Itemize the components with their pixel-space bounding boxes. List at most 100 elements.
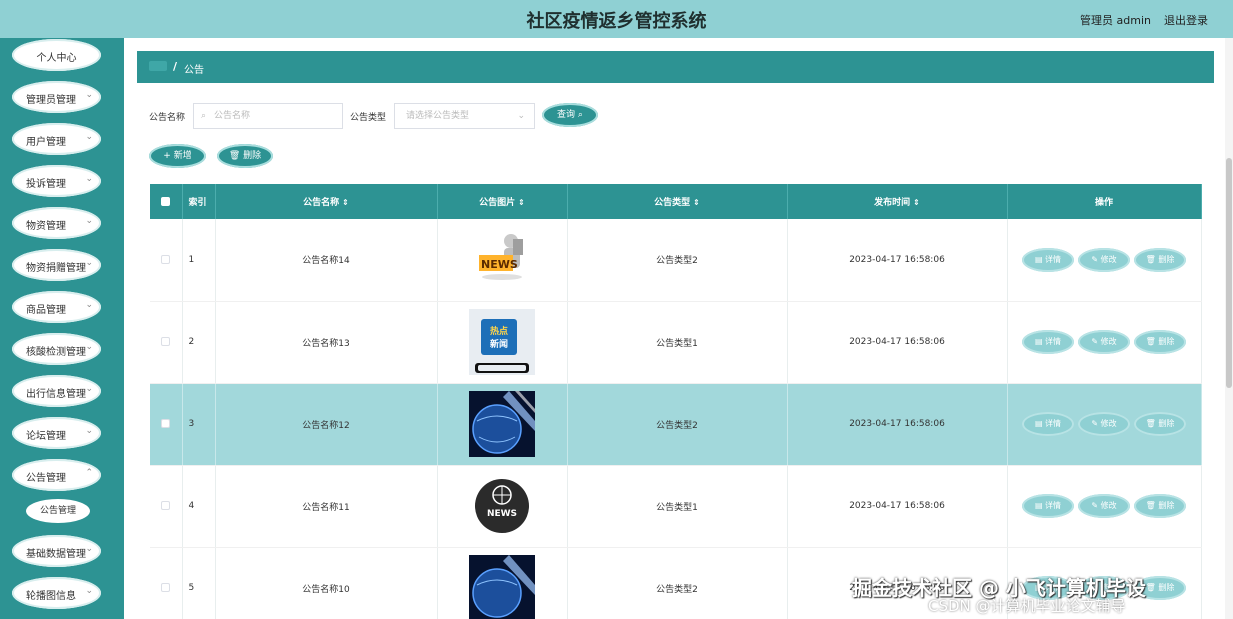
breadcrumb: / 公告 [137, 51, 1214, 83]
detail-button[interactable]: ▤ 详情 [1022, 247, 1074, 272]
header-image[interactable]: 公告图片 ⇕ [437, 184, 568, 219]
row-checkbox[interactable] [161, 254, 171, 264]
sort-icon[interactable]: ⇕ [913, 198, 920, 207]
edit-button[interactable]: ✎ 修改 [1078, 247, 1130, 272]
sidebar-item-label: 用户管理 [26, 137, 66, 148]
edit-icon: ✎ [1091, 337, 1099, 346]
sidebar-item-label: 物资管理 [26, 221, 66, 232]
row-checkbox[interactable] [161, 501, 171, 510]
delete-row-button[interactable]: 🗑 删除 [1134, 247, 1186, 272]
sidebar-item-donation-management[interactable]: 物资捐赠管理 ⌄ [12, 249, 101, 281]
sidebar-item-label: 商品管理 [26, 305, 66, 316]
table-row[interactable]: 2 公告名称13 热点 新闻 公告类型1 2023-04-17 16:58:06 [150, 301, 1202, 384]
breadcrumb-separator: / [173, 60, 178, 73]
sidebar-item-label: 核酸检测管理 [26, 347, 86, 358]
chevron-down-icon: ⌄ [85, 342, 93, 352]
select-all-checkbox-cell[interactable] [150, 184, 183, 219]
sidebar-item-nucleic-test-management[interactable]: 核酸检测管理 ⌄ [12, 333, 101, 365]
sort-icon[interactable]: ⇕ [342, 198, 349, 207]
globe-image [469, 391, 535, 457]
detail-button[interactable]: ▤ 详情 [1022, 494, 1074, 518]
notice-table: 索引 公告名称 ⇕ 公告图片 ⇕ 公告类型 ⇕ 发布时间 ⇕ 操作 1 公告名称14 [150, 184, 1202, 619]
sidebar-item-label: 投诉管理 [26, 179, 66, 190]
sidebar-item-label: 公告管理 [26, 473, 66, 484]
sort-icon[interactable]: ⇕ [518, 198, 525, 207]
detail-icon: ▤ [1034, 501, 1043, 510]
row-type: 公告类型2 [567, 219, 788, 302]
breadcrumb-current: 公告 [184, 65, 204, 76]
sidebar-item-admin-management[interactable]: 管理员管理 ⌄ [12, 81, 101, 113]
notice-type-label: 公告类型 [350, 113, 387, 123]
header-type[interactable]: 公告类型 ⇕ [567, 184, 788, 219]
query-button[interactable]: 查询 ⌕ [542, 103, 598, 127]
watermark-text-secondary: CSDN @计算机毕业论文辅导 [928, 597, 1126, 615]
row-image-cell: NEWS [437, 465, 568, 548]
page-scrollbar[interactable] [1225, 38, 1233, 619]
row-checkbox[interactable] [161, 419, 171, 428]
notice-type-select[interactable]: 请选择公告类型 ⌄ [394, 103, 535, 129]
header-index: 索引 [182, 184, 216, 219]
row-actions: ▤ 详情 ✎ 修改 🗑 删除 [1007, 219, 1202, 302]
detail-button[interactable]: ▤ 详情 [1022, 412, 1074, 436]
hot-news-image: 热点 新闻 [469, 309, 535, 375]
chevron-down-icon: ⌄ [85, 544, 93, 554]
trash-icon: 🗑 [1145, 583, 1156, 592]
row-image-cell [437, 383, 568, 466]
sidebar-item-complaint-management[interactable]: 投诉管理 ⌄ [12, 165, 101, 197]
select-all-checkbox[interactable] [161, 196, 171, 206]
notice-name-input[interactable]: ⌕ 公告名称 [193, 103, 343, 129]
trash-icon: 🗑 [1145, 254, 1156, 264]
sidebar-subitem-notice-management[interactable]: 公告管理 [26, 499, 90, 523]
sidebar-item-basic-data-management[interactable]: 基础数据管理 ⌄ [12, 535, 101, 567]
delete-button[interactable]: 🗑 删除 [217, 144, 273, 168]
row-name: 公告名称10 [215, 547, 438, 619]
plus-icon: + [163, 151, 171, 161]
edit-button[interactable]: ✎ 修改 [1078, 330, 1130, 354]
row-actions: ▤ 详情 ✎ 修改 🗑 删除 [1007, 383, 1202, 466]
notice-name-label: 公告名称 [149, 113, 186, 123]
sidebar-item-label: 个人中心 [36, 53, 77, 64]
sidebar-item-user-management[interactable]: 用户管理 ⌄ [12, 123, 101, 155]
detail-icon: ▤ [1034, 419, 1043, 428]
sidebar-item-carousel-info[interactable]: 轮播图信息 ⌄ [12, 577, 101, 609]
table-row[interactable]: 1 公告名称14 NEWS 公告类型2 2023-04-17 16:58:06 [150, 219, 1202, 302]
chevron-down-icon: ⌄ [85, 426, 93, 436]
sidebar-item-travel-info-management[interactable]: 出行信息管理 ⌄ [12, 375, 101, 407]
edit-button[interactable]: ✎ 修改 [1078, 412, 1130, 436]
add-button[interactable]: + 新增 [149, 144, 206, 168]
chevron-down-icon: ⌄ [85, 132, 93, 142]
row-checkbox[interactable] [161, 583, 171, 592]
detail-button-label: 详情 [1045, 254, 1062, 264]
sidebar-item-notice-management[interactable]: 公告管理 ⌃ [12, 459, 101, 491]
header-name[interactable]: 公告名称 ⇕ [215, 184, 438, 219]
breadcrumb-home-link[interactable] [149, 61, 167, 71]
detail-button-label: 详情 [1045, 337, 1062, 346]
sidebar-item-forum-management[interactable]: 论坛管理 ⌄ [12, 417, 101, 449]
sidebar-item-supplies-management[interactable]: 物资管理 ⌄ [12, 207, 101, 239]
sidebar: 个人中心 管理员管理 ⌄ 用户管理 ⌄ 投诉管理 ⌄ 物资管理 ⌄ 物资捐赠管理… [0, 38, 124, 619]
edit-button-label: 修改 [1100, 337, 1117, 346]
logout-link[interactable]: 退出登录 [1164, 12, 1208, 28]
sidebar-item-label: 轮播图信息 [26, 591, 76, 602]
row-index: 3 [182, 383, 216, 466]
sort-icon[interactable]: ⇕ [693, 198, 700, 207]
row-type: 公告类型1 [567, 301, 788, 384]
delete-row-button[interactable]: 🗑 删除 [1134, 412, 1186, 436]
sidebar-item-goods-management[interactable]: 商品管理 ⌄ [12, 291, 101, 323]
detail-button[interactable]: ▤ 详情 [1022, 330, 1074, 354]
news-image-text: NEWS [481, 258, 518, 271]
table-row[interactable]: 3 公告名称12 公告类型2 2023-04-17 16:58:06 ▤ 详情 … [150, 383, 1202, 466]
sidebar-item-personal-center[interactable]: 个人中心 [12, 39, 101, 71]
scrollbar-thumb[interactable] [1226, 158, 1232, 388]
edit-icon: ✎ [1091, 419, 1099, 428]
chevron-down-icon: ⌄ [85, 384, 93, 394]
table-row[interactable]: 4 公告名称11 NEWS 公告类型1 2023-04-17 16:58:06 … [150, 465, 1202, 548]
row-image-cell: NEWS [437, 219, 568, 302]
header-time[interactable]: 发布时间 ⇕ [787, 184, 1008, 219]
delete-row-button[interactable]: 🗑 删除 [1134, 330, 1186, 354]
row-checkbox[interactable] [161, 337, 171, 346]
delete-row-button[interactable]: 🗑 删除 [1134, 494, 1186, 518]
detail-button-label: 详情 [1045, 419, 1062, 428]
edit-button[interactable]: ✎ 修改 [1078, 494, 1130, 518]
row-actions: ▤ 详情 ✎ 修改 🗑 删除 [1007, 465, 1202, 548]
